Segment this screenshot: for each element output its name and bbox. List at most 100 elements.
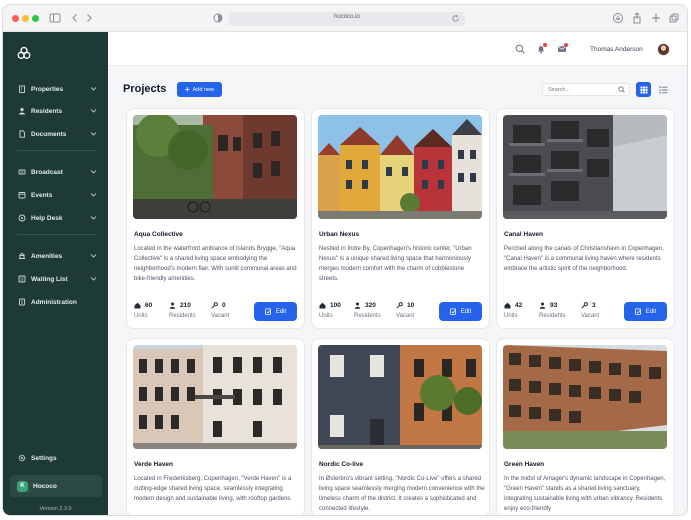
forward-icon[interactable] [83, 12, 95, 24]
project-title: Green Haven [504, 461, 545, 468]
units-stat: 60 Units [134, 302, 152, 319]
search-icon[interactable] [515, 44, 525, 54]
privacy-shield-icon[interactable] [212, 12, 224, 24]
sidebar-divider [17, 150, 97, 151]
edit-button[interactable]: Edit [254, 302, 297, 321]
sidebar-item-amenities[interactable]: Amenities [11, 248, 101, 264]
sidebar-item-waiting-list[interactable]: Waiting List [11, 271, 101, 287]
project-card[interactable]: Verde Haven Located in Frederiksberg, Co… [126, 338, 305, 515]
address-bar[interactable]: hococo.io [229, 12, 465, 26]
workspace-switcher[interactable]: K Hococo [10, 475, 102, 497]
amenities-icon [18, 252, 26, 260]
home-icon [504, 302, 511, 309]
vacant-value: 0 [222, 302, 226, 309]
edit-button[interactable]: Edit [624, 302, 667, 321]
project-card[interactable]: Green Haven In the midst of Amager's dyn… [496, 338, 675, 515]
maximize-window-button[interactable] [32, 15, 39, 22]
sidebar-item-label: Amenities [31, 252, 63, 260]
units-value: 60 [145, 302, 153, 309]
sidebar-item-documents[interactable]: Documents [11, 126, 101, 142]
chevron-down-icon[interactable] [90, 192, 97, 198]
sidebar-item-administration[interactable]: Administration [11, 294, 101, 310]
document-icon [18, 130, 26, 138]
notification-bell-icon[interactable] [536, 43, 547, 54]
project-card[interactable]: Canal Haven Perched along the canals of … [496, 108, 675, 329]
edit-label: Edit [645, 308, 657, 315]
person-icon [169, 302, 176, 309]
search-input[interactable] [542, 83, 630, 96]
notification-badge [543, 43, 547, 47]
units-label: Units [134, 313, 148, 319]
user-name[interactable]: Thomas Anderson [590, 46, 643, 53]
units-value: 100 [330, 302, 341, 309]
mail-icon[interactable] [557, 43, 568, 54]
chevron-down-icon[interactable] [90, 86, 97, 92]
vacant-stat: 0 Vacant [211, 302, 229, 319]
project-title: Nordic Co-live [319, 461, 364, 468]
project-description: Perched along the canals of Christiansha… [504, 246, 664, 272]
project-card[interactable]: Nordic Co-live In Østerbro's vibrant set… [311, 338, 490, 515]
chevron-down-icon[interactable] [90, 276, 97, 282]
edit-button[interactable]: Edit [439, 302, 482, 321]
reload-icon[interactable] [451, 14, 460, 23]
project-photo [133, 115, 297, 219]
project-description: Located in Frederiksberg, Copenhagen, "V… [134, 476, 293, 502]
avatar[interactable] [657, 43, 670, 56]
sidebar-item-events[interactable]: Events [11, 187, 101, 203]
sidebar-item-properties[interactable]: Properties [11, 81, 101, 97]
units-stat: 100 Units [319, 302, 341, 319]
new-tab-icon[interactable] [650, 12, 662, 24]
gear-icon [18, 454, 26, 462]
back-icon[interactable] [69, 12, 81, 24]
chevron-down-icon[interactable] [90, 253, 97, 259]
sidebar-toggle-icon[interactable] [49, 12, 61, 24]
list-view-button[interactable] [656, 82, 671, 97]
units-value: 42 [515, 302, 523, 309]
list-icon [18, 275, 26, 283]
chevron-down-icon[interactable] [90, 108, 97, 114]
project-card[interactable]: Aqua Collective Located in the waterfron… [126, 108, 305, 329]
hococo-logo-icon[interactable] [17, 46, 31, 60]
project-title: Aqua Collective [134, 231, 183, 238]
chevron-down-icon[interactable] [90, 169, 97, 175]
close-window-button[interactable] [12, 15, 19, 22]
sidebar-item-help-desk[interactable]: Help Desk [11, 210, 101, 226]
download-icon[interactable] [612, 12, 624, 24]
person-icon [354, 302, 361, 309]
residents-label: Residents [354, 313, 381, 319]
project-photo [318, 345, 482, 449]
vacant-stat: 3 Vacant [581, 302, 599, 319]
edit-icon [635, 308, 642, 315]
app-version: Version 2.3.0 [39, 506, 72, 512]
search-icon[interactable] [618, 86, 625, 93]
browser-toolbar: hococo.io [3, 5, 687, 32]
vacant-stat: 10 Vacant [396, 302, 414, 319]
share-icon[interactable] [631, 12, 643, 24]
add-new-button[interactable]: + Add new [177, 82, 222, 97]
edit-icon [265, 308, 272, 315]
project-description: Nestled in Indre By, Copenhagen's histor… [319, 246, 472, 282]
project-title: Urban Nexus [319, 231, 360, 238]
vacant-value: 3 [592, 302, 596, 309]
sidebar-item-label: Residents [31, 107, 63, 115]
person-icon [539, 302, 546, 309]
sidebar-item-residents[interactable]: Residents [11, 103, 101, 119]
url-text: hococo.io [334, 14, 360, 20]
edit-icon [450, 308, 457, 315]
list-icon [659, 85, 668, 94]
sidebar-item-label: Broadcast [31, 168, 63, 176]
key-icon [581, 302, 588, 309]
grid-view-button[interactable] [636, 82, 651, 97]
minimize-window-button[interactable] [22, 15, 29, 22]
key-icon [211, 302, 218, 309]
sidebar-item-settings[interactable]: Settings [11, 450, 101, 466]
project-card[interactable]: Urban Nexus Nestled in Indre By, Copenha… [311, 108, 490, 329]
sidebar-item-broadcast[interactable]: Broadcast [11, 164, 101, 180]
key-icon [396, 302, 403, 309]
chevron-down-icon[interactable] [90, 215, 97, 221]
project-description: In the midst of Amager's dynamic landsca… [504, 476, 666, 512]
workspace-name: Hococo [33, 482, 57, 490]
units-stat: 42 Units [504, 302, 522, 319]
chevron-down-icon[interactable] [90, 131, 97, 137]
tab-overview-icon[interactable] [668, 12, 680, 24]
